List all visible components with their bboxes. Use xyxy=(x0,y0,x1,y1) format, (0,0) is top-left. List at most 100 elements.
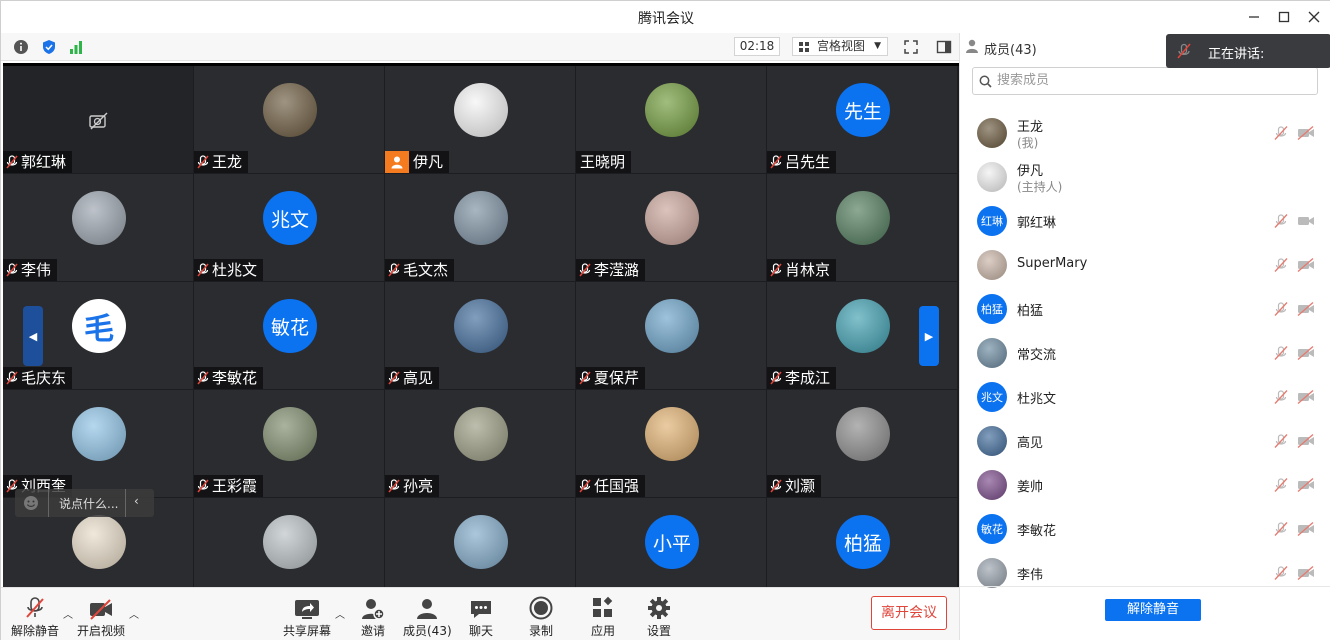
member-camera-off-icon[interactable] xyxy=(1297,126,1315,140)
video-tile[interactable]: 毛文杰 xyxy=(385,174,575,281)
video-tile[interactable]: 兆文 杜兆文 xyxy=(194,174,384,281)
toggle-side-panel-button[interactable] xyxy=(935,38,953,56)
member-camera-off-icon[interactable] xyxy=(1297,434,1315,448)
video-tile[interactable]: 任国强 xyxy=(576,390,766,497)
video-options-chevron-icon[interactable]: ︿ xyxy=(129,606,139,621)
mic-muted-icon xyxy=(579,479,591,493)
video-tile[interactable]: 刘西奎 xyxy=(3,390,193,497)
mic-muted-icon xyxy=(388,371,400,385)
members-button[interactable]: 成员(43) xyxy=(403,594,452,639)
apps-button[interactable]: 应用 xyxy=(585,594,621,639)
collapse-chevron-icon[interactable]: ‹ xyxy=(134,494,139,508)
member-name: 常交流 xyxy=(1017,348,1057,363)
share-options-chevron-icon[interactable]: ︿ xyxy=(335,606,345,621)
member-mic-muted-icon[interactable] xyxy=(1273,346,1289,360)
video-tile[interactable]: 刘灏 xyxy=(767,390,957,497)
member-row[interactable]: 常交流 xyxy=(960,331,1330,375)
video-tile[interactable]: 李伟 xyxy=(3,174,193,281)
member-mic-muted-icon[interactable] xyxy=(1273,126,1289,140)
audio-options-chevron-icon[interactable]: ︿ xyxy=(63,606,73,621)
network-signal-button[interactable] xyxy=(67,38,85,56)
member-camera-off-icon[interactable] xyxy=(1297,346,1315,360)
invite-button[interactable]: 邀请 xyxy=(355,594,391,639)
member-mic-muted-icon[interactable] xyxy=(1273,478,1289,492)
member-row[interactable]: 柏猛 柏猛 xyxy=(960,287,1330,331)
video-tile[interactable]: 李滢潞 xyxy=(576,174,766,281)
video-tile[interactable]: 敏花 李敏花 xyxy=(194,282,384,389)
share-screen-button[interactable]: 共享屏幕 xyxy=(283,594,331,639)
video-tile[interactable]: 王晓明 xyxy=(576,66,766,173)
video-tile[interactable]: 高见 xyxy=(385,282,575,389)
member-name: 伊凡 xyxy=(1017,164,1044,179)
avatar xyxy=(454,83,508,137)
video-tile[interactable] xyxy=(385,498,575,587)
title-bar: 腾讯会议 xyxy=(1,1,1330,33)
settings-button[interactable]: 设置 xyxy=(641,594,677,639)
participant-nameplate: 刘灏 xyxy=(767,475,822,497)
member-camera-off-icon[interactable] xyxy=(1297,390,1315,404)
maximize-button[interactable] xyxy=(1273,7,1295,27)
video-tile[interactable]: 柏猛 xyxy=(767,498,957,587)
unmute-button[interactable]: 解除静音 xyxy=(11,594,59,639)
leave-meeting-button[interactable]: 离开会议 xyxy=(871,596,947,630)
minimize-button[interactable] xyxy=(1243,7,1265,27)
member-camera-off-icon[interactable] xyxy=(1297,302,1315,316)
member-row[interactable]: 高见 xyxy=(960,419,1330,463)
member-mic-muted-icon[interactable] xyxy=(1273,522,1289,536)
member-name: 柏猛 xyxy=(1017,304,1044,319)
video-tile[interactable]: 王彩霞 xyxy=(194,390,384,497)
participant-name: 夏保芹 xyxy=(594,369,640,387)
video-tile[interactable]: 先生 吕先生 xyxy=(767,66,957,173)
member-row[interactable]: 王龙 (我) xyxy=(960,111,1330,155)
member-camera-off-icon[interactable] xyxy=(1297,258,1315,272)
member-row[interactable]: SuperMary xyxy=(960,243,1330,287)
next-page-button[interactable]: ▶ xyxy=(919,306,939,366)
video-tile[interactable]: 郭红琳 xyxy=(3,66,193,173)
member-mic-muted-icon[interactable] xyxy=(1273,566,1289,580)
close-button[interactable] xyxy=(1303,7,1325,27)
member-mic-muted-icon[interactable] xyxy=(1273,302,1289,316)
member-mic-muted-icon[interactable] xyxy=(1273,434,1289,448)
quick-chat-input[interactable]: 说点什么... ‹ xyxy=(15,489,154,517)
record-button[interactable]: 录制 xyxy=(523,594,559,639)
video-tile[interactable]: 肖林京 xyxy=(767,174,957,281)
video-tile[interactable]: 伊凡 xyxy=(385,66,575,173)
participant-nameplate: 吕先生 xyxy=(767,151,837,173)
member-row[interactable]: 红琳 郭红琳 xyxy=(960,199,1330,243)
meeting-timer: 02:18 xyxy=(734,37,780,56)
member-row[interactable]: 兆文 杜兆文 xyxy=(960,375,1330,419)
chat-button[interactable]: 聊天 xyxy=(463,594,499,639)
speaking-indicator: 正在讲话: xyxy=(1166,34,1330,68)
video-tile[interactable]: 孙亮 xyxy=(385,390,575,497)
avatar xyxy=(836,299,890,353)
member-name: 姜帅 xyxy=(1017,480,1044,495)
fullscreen-icon xyxy=(904,40,918,54)
member-avatar: 红琳 xyxy=(977,206,1007,236)
member-row[interactable]: 李伟 xyxy=(960,551,1330,595)
member-camera-off-icon[interactable] xyxy=(1297,478,1315,492)
member-avatar xyxy=(977,338,1007,368)
video-tile[interactable]: 小平 xyxy=(576,498,766,587)
info-button[interactable] xyxy=(12,38,30,56)
member-mic-muted-icon[interactable] xyxy=(1273,214,1289,228)
member-camera-off-icon[interactable] xyxy=(1297,566,1315,580)
security-button[interactable] xyxy=(40,38,58,56)
member-camera-off-icon[interactable] xyxy=(1297,522,1315,536)
unmute-all-button[interactable]: 解除静音 xyxy=(1105,599,1201,621)
member-row[interactable]: 姜帅 xyxy=(960,463,1330,507)
member-mic-muted-icon[interactable] xyxy=(1273,258,1289,272)
member-mic-muted-icon[interactable] xyxy=(1273,390,1289,404)
member-row[interactable]: 伊凡 (主持人) xyxy=(960,155,1330,199)
view-mode-dropdown[interactable]: 宫格视图 ▼ xyxy=(792,37,888,56)
prev-page-button[interactable]: ◀ xyxy=(23,306,43,366)
member-row[interactable]: 敏花 李敏花 xyxy=(960,507,1330,551)
member-camera-icon[interactable] xyxy=(1297,214,1315,228)
fullscreen-button[interactable] xyxy=(902,38,920,56)
member-search-input[interactable]: 搜索成员 xyxy=(972,67,1318,95)
member-name: 王龙 xyxy=(1017,120,1044,135)
video-tile[interactable]: 王龙 xyxy=(194,66,384,173)
video-tile[interactable]: 夏保芹 xyxy=(576,282,766,389)
start-video-button[interactable]: 开启视频 xyxy=(77,594,125,639)
video-tile[interactable] xyxy=(194,498,384,587)
member-name: 李敏花 xyxy=(1017,524,1057,539)
